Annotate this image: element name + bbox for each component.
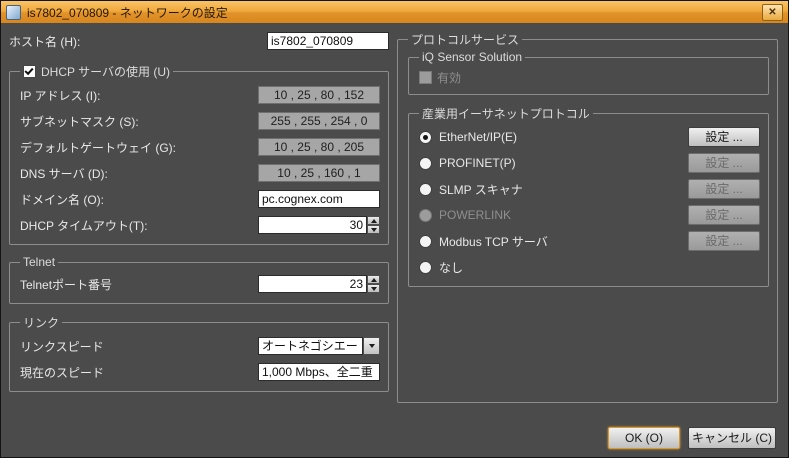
none-label: なし	[439, 259, 760, 276]
subnet-mask-label: サブネットマスク (S):	[20, 113, 258, 130]
slmp-label: SLMP スキャナ	[439, 181, 688, 198]
ip-address-input: 10 , 25 , 80 , 152	[258, 86, 380, 104]
dhcp-checkbox[interactable]	[23, 65, 36, 78]
iq-sensor-group: iQ Sensor Solution 有効	[408, 50, 769, 95]
ethernet-ip-settings-button[interactable]: 設定 ...	[688, 127, 760, 147]
ip-address-label: IP アドレス (I):	[20, 87, 258, 104]
hostname-label: ホスト名 (H):	[9, 33, 267, 50]
close-icon[interactable]: ✕	[762, 4, 783, 21]
current-speed-label: 現在のスピード	[20, 364, 258, 381]
telnet-port-row: Telnetポート番号 23	[20, 271, 380, 297]
link-speed-row: リンクスピード オートネゴシエー	[20, 333, 380, 359]
subnet-mask-input: 255 , 255 , 254 , 0	[258, 112, 380, 130]
telnet-port-up-button[interactable]	[367, 275, 380, 284]
dhcp-timeout-up-button[interactable]	[367, 216, 380, 225]
slmp-radio[interactable]	[419, 183, 432, 196]
profinet-row: PROFINET(P) 設定 ...	[419, 150, 760, 176]
profinet-radio[interactable]	[419, 157, 432, 170]
link-speed-label: リンクスピード	[20, 338, 258, 355]
dhcp-group: DHCP サーバの使用 (U) IP アドレス (I): 10 , 25 , 8…	[9, 63, 389, 245]
modbus-radio[interactable]	[419, 235, 432, 248]
iq-enabled-checkbox	[419, 71, 432, 84]
right-column: プロトコルサービス iQ Sensor Solution 有効 産業用イーサネッ…	[397, 31, 778, 403]
ethernet-ip-label: EtherNet/IP(E)	[439, 130, 688, 144]
powerlink-settings-button: 設定 ...	[688, 205, 760, 225]
current-speed-row: 現在のスピード 1,000 Mbps、全二重	[20, 359, 380, 385]
dhcp-legend: DHCP サーバの使用 (U)	[20, 63, 173, 80]
profinet-label: PROFINET(P)	[439, 156, 688, 170]
default-gateway-label: デフォルトゲートウェイ (G):	[20, 139, 258, 156]
slmp-settings-button: 設定 ...	[688, 179, 760, 199]
dhcp-timeout-input[interactable]: 30	[258, 216, 367, 234]
slmp-row: SLMP スキャナ 設定 ...	[419, 176, 760, 202]
app-icon	[6, 5, 21, 20]
window-title: is7802_070809 - ネットワークの設定	[27, 4, 228, 21]
powerlink-row: POWERLINK 設定 ...	[419, 202, 760, 228]
powerlink-label: POWERLINK	[439, 208, 688, 222]
dhcp-checkbox-label: DHCP サーバの使用 (U)	[41, 65, 170, 79]
network-settings-dialog: is7802_070809 - ネットワークの設定 ✕ ホスト名 (H): is…	[0, 0, 789, 458]
telnet-port-spinner: 23	[258, 275, 380, 293]
subnet-mask-row: サブネットマスク (S): 255 , 255 , 254 , 0	[20, 108, 380, 134]
profinet-settings-button: 設定 ...	[688, 153, 760, 173]
domain-name-row: ドメイン名 (O): pc.cognex.com	[20, 186, 380, 212]
dhcp-timeout-spinner: 30	[258, 216, 380, 234]
dialog-body: ホスト名 (H): is7802_070809 DHCP サーバの使用 (U) …	[1, 23, 788, 457]
dhcp-timeout-label: DHCP タイムアウト(T):	[20, 217, 258, 234]
modbus-label: Modbus TCP サーバ	[439, 233, 688, 250]
default-gateway-input: 10 , 25 , 80 , 205	[258, 138, 380, 156]
domain-name-label: ドメイン名 (O):	[20, 191, 258, 208]
dns-server-label: DNS サーバ (D):	[20, 165, 258, 182]
none-row: なし	[419, 254, 760, 280]
chevron-down-icon	[369, 344, 375, 348]
industrial-ethernet-legend: 産業用イーサネットプロトコル	[419, 105, 593, 122]
spin-down-icon	[371, 287, 377, 291]
dns-server-input: 10 , 25 , 160 , 1	[258, 164, 380, 182]
link-speed-dropdown-button[interactable]	[363, 337, 380, 355]
telnet-group: Telnet Telnetポート番号 23	[9, 255, 389, 304]
footer-buttons: OK (O) キャンセル (C)	[608, 427, 776, 449]
ip-address-row: IP アドレス (I): 10 , 25 , 80 , 152	[20, 82, 380, 108]
spin-up-icon	[371, 278, 377, 282]
default-gateway-row: デフォルトゲートウェイ (G): 10 , 25 , 80 , 205	[20, 134, 380, 160]
powerlink-radio	[419, 209, 432, 222]
industrial-ethernet-group: 産業用イーサネットプロトコル EtherNet/IP(E) 設定 ... PRO…	[408, 105, 769, 287]
spin-up-icon	[371, 219, 377, 223]
cancel-button[interactable]: キャンセル (C)	[688, 427, 776, 449]
link-legend: リンク	[20, 314, 62, 331]
hostname-row: ホスト名 (H): is7802_070809	[9, 31, 389, 51]
spin-down-icon	[371, 228, 377, 232]
link-speed-value[interactable]: オートネゴシエー	[258, 337, 363, 355]
modbus-row: Modbus TCP サーバ 設定 ...	[419, 228, 760, 254]
telnet-port-input[interactable]: 23	[258, 275, 367, 293]
telnet-legend: Telnet	[20, 255, 58, 269]
dhcp-timeout-down-button[interactable]	[367, 225, 380, 234]
none-radio[interactable]	[419, 261, 432, 274]
telnet-port-label: Telnetポート番号	[20, 276, 258, 293]
iq-sensor-legend: iQ Sensor Solution	[419, 50, 525, 64]
dns-server-row: DNS サーバ (D): 10 , 25 , 160 , 1	[20, 160, 380, 186]
link-group: リンク リンクスピード オートネゴシエー 現在のスピード 1,000 Mbps、…	[9, 314, 389, 392]
dhcp-timeout-row: DHCP タイムアウト(T): 30	[20, 212, 380, 238]
ethernet-ip-row: EtherNet/IP(E) 設定 ...	[419, 124, 760, 150]
link-speed-combobox[interactable]: オートネゴシエー	[258, 337, 380, 355]
titlebar[interactable]: is7802_070809 - ネットワークの設定 ✕	[1, 1, 788, 23]
hostname-input[interactable]: is7802_070809	[267, 32, 389, 50]
left-column: ホスト名 (H): is7802_070809 DHCP サーバの使用 (U) …	[9, 31, 389, 392]
telnet-port-down-button[interactable]	[367, 284, 380, 293]
iq-enabled-label: 有効	[437, 69, 760, 86]
ethernet-ip-radio[interactable]	[419, 131, 432, 144]
modbus-settings-button: 設定 ...	[688, 231, 760, 251]
domain-name-input[interactable]: pc.cognex.com	[258, 190, 380, 208]
ok-button[interactable]: OK (O)	[608, 427, 680, 449]
iq-enabled-row: 有効	[419, 66, 760, 88]
current-speed-value: 1,000 Mbps、全二重	[258, 363, 380, 381]
protocol-services-group: プロトコルサービス iQ Sensor Solution 有効 産業用イーサネッ…	[397, 31, 778, 403]
protocol-services-legend: プロトコルサービス	[408, 31, 522, 48]
